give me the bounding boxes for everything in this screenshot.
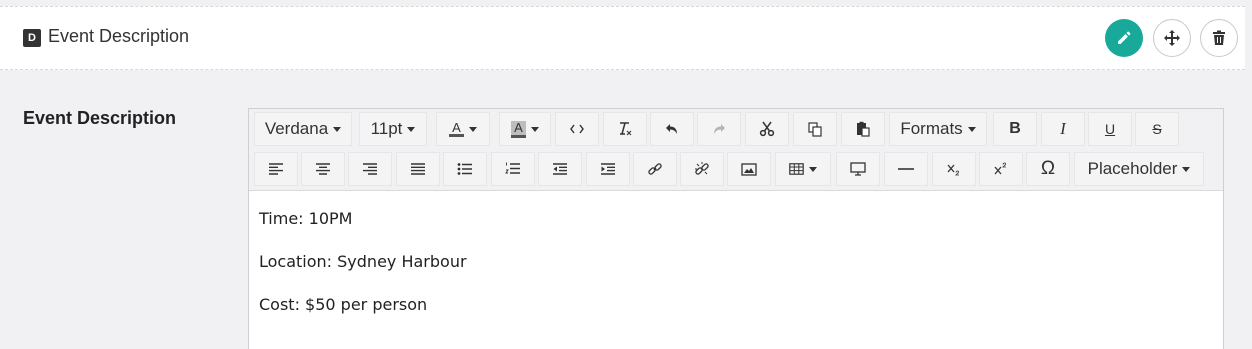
code-icon: [570, 124, 584, 134]
redo-icon: [714, 124, 725, 134]
indent-icon: [601, 163, 615, 175]
move-icon: [1164, 30, 1180, 46]
undo-icon: [666, 124, 677, 134]
link-icon: [648, 163, 662, 175]
font-family-select[interactable]: Verdana: [254, 112, 352, 146]
bullet-list-button[interactable]: [443, 152, 487, 186]
bold-button[interactable]: B: [993, 112, 1037, 146]
italic-glyph: I: [1060, 119, 1066, 138]
underline-glyph: U: [1104, 121, 1116, 137]
undo-button[interactable]: [650, 112, 694, 146]
chevron-down-icon: [967, 126, 976, 132]
page: D Event Description Event Description Ve…: [0, 0, 1252, 349]
chevron-down-icon: [333, 126, 342, 132]
align-center-button[interactable]: [301, 152, 345, 186]
justify-button[interactable]: [396, 152, 440, 186]
redo-button[interactable]: [697, 112, 741, 146]
monitor-icon: [850, 162, 866, 176]
section-header: D Event Description: [0, 6, 1245, 70]
strikethrough-button[interactable]: S: [1135, 112, 1179, 146]
editor-toolbar: Verdana 11pt A A Formats B I U S Ω Place…: [249, 109, 1223, 191]
trash-icon: [1213, 30, 1225, 45]
scissors-icon: [759, 121, 775, 137]
section-type-badge: D: [23, 29, 41, 47]
table-icon: [789, 163, 804, 175]
content-line: Location: Sydney Harbour: [259, 252, 467, 271]
horizontal-rule-button[interactable]: [884, 152, 928, 186]
remove-link-button[interactable]: [680, 152, 724, 186]
special-character-button[interactable]: Ω: [1026, 152, 1070, 186]
clear-formatting-button[interactable]: [603, 112, 647, 146]
bullet-list-icon: [457, 163, 472, 175]
superscript-button[interactable]: [979, 152, 1023, 186]
editor-content[interactable]: Time: 10PM Location: Sydney Harbour Cost…: [259, 209, 467, 338]
chevron-down-icon: [530, 126, 539, 132]
bold-glyph: B: [1009, 120, 1021, 137]
source-code-button[interactable]: [555, 112, 599, 146]
placeholder-label: Placeholder: [1087, 159, 1178, 178]
chevron-down-icon: [468, 126, 477, 132]
text-color-button[interactable]: A: [436, 112, 490, 146]
unlink-icon: [695, 162, 709, 175]
edit-button[interactable]: [1105, 19, 1143, 57]
paste-button[interactable]: [841, 112, 885, 146]
background-color-button[interactable]: A: [499, 112, 551, 146]
clear-format-icon: [620, 122, 632, 136]
copy-icon: [808, 122, 822, 137]
numbered-list-icon: [505, 162, 520, 174]
align-right-button[interactable]: [348, 152, 392, 186]
italic-button[interactable]: I: [1041, 112, 1085, 146]
indent-button[interactable]: [586, 152, 630, 186]
content-line: Time: 10PM: [259, 209, 353, 228]
outdent-button[interactable]: [538, 152, 582, 186]
align-left-button[interactable]: [254, 152, 298, 186]
formats-label: Formats: [900, 119, 963, 138]
align-right-icon: [363, 163, 377, 175]
font-size-select[interactable]: 11pt: [359, 112, 427, 146]
paste-icon: [857, 121, 870, 137]
rich-text-editor[interactable]: Verdana 11pt A A Formats B I U S Ω Place…: [248, 108, 1224, 349]
chevron-down-icon: [809, 166, 817, 172]
subscript-button[interactable]: [932, 152, 976, 186]
pencil-icon: [1118, 31, 1131, 44]
copy-button[interactable]: [793, 112, 837, 146]
section-title: Event Description: [48, 26, 190, 46]
cut-button[interactable]: [745, 112, 789, 146]
align-left-icon: [269, 163, 283, 175]
horizontal-rule-icon: [898, 168, 914, 170]
superscript-icon: [994, 162, 1007, 175]
move-button[interactable]: [1153, 19, 1191, 57]
subscript-icon: [947, 164, 960, 176]
font-size-value: 11pt: [370, 119, 403, 138]
chevron-down-icon: [407, 126, 416, 132]
outdent-icon: [553, 163, 567, 175]
delete-button[interactable]: [1200, 19, 1238, 57]
preview-button[interactable]: [836, 152, 880, 186]
formats-select[interactable]: Formats: [889, 112, 987, 146]
numbered-list-button[interactable]: [491, 152, 535, 186]
insert-table-button[interactable]: [775, 152, 831, 186]
insert-image-button[interactable]: [727, 152, 771, 186]
background-color-glyph: A: [511, 120, 526, 138]
text-color-glyph: A: [449, 121, 464, 137]
insert-link-button[interactable]: [633, 152, 677, 186]
omega-icon: Ω: [1040, 158, 1056, 179]
chevron-down-icon: [1182, 166, 1191, 172]
content-line: Cost: $50 per person: [259, 295, 428, 314]
underline-button[interactable]: U: [1088, 112, 1132, 146]
field-label: Event Description: [23, 108, 177, 128]
justify-icon: [411, 163, 425, 175]
strikethrough-glyph: S: [1152, 121, 1162, 137]
align-center-icon: [316, 163, 330, 175]
font-family-value: Verdana: [264, 119, 329, 138]
placeholder-select[interactable]: Placeholder: [1074, 152, 1204, 186]
image-icon: [741, 162, 757, 176]
